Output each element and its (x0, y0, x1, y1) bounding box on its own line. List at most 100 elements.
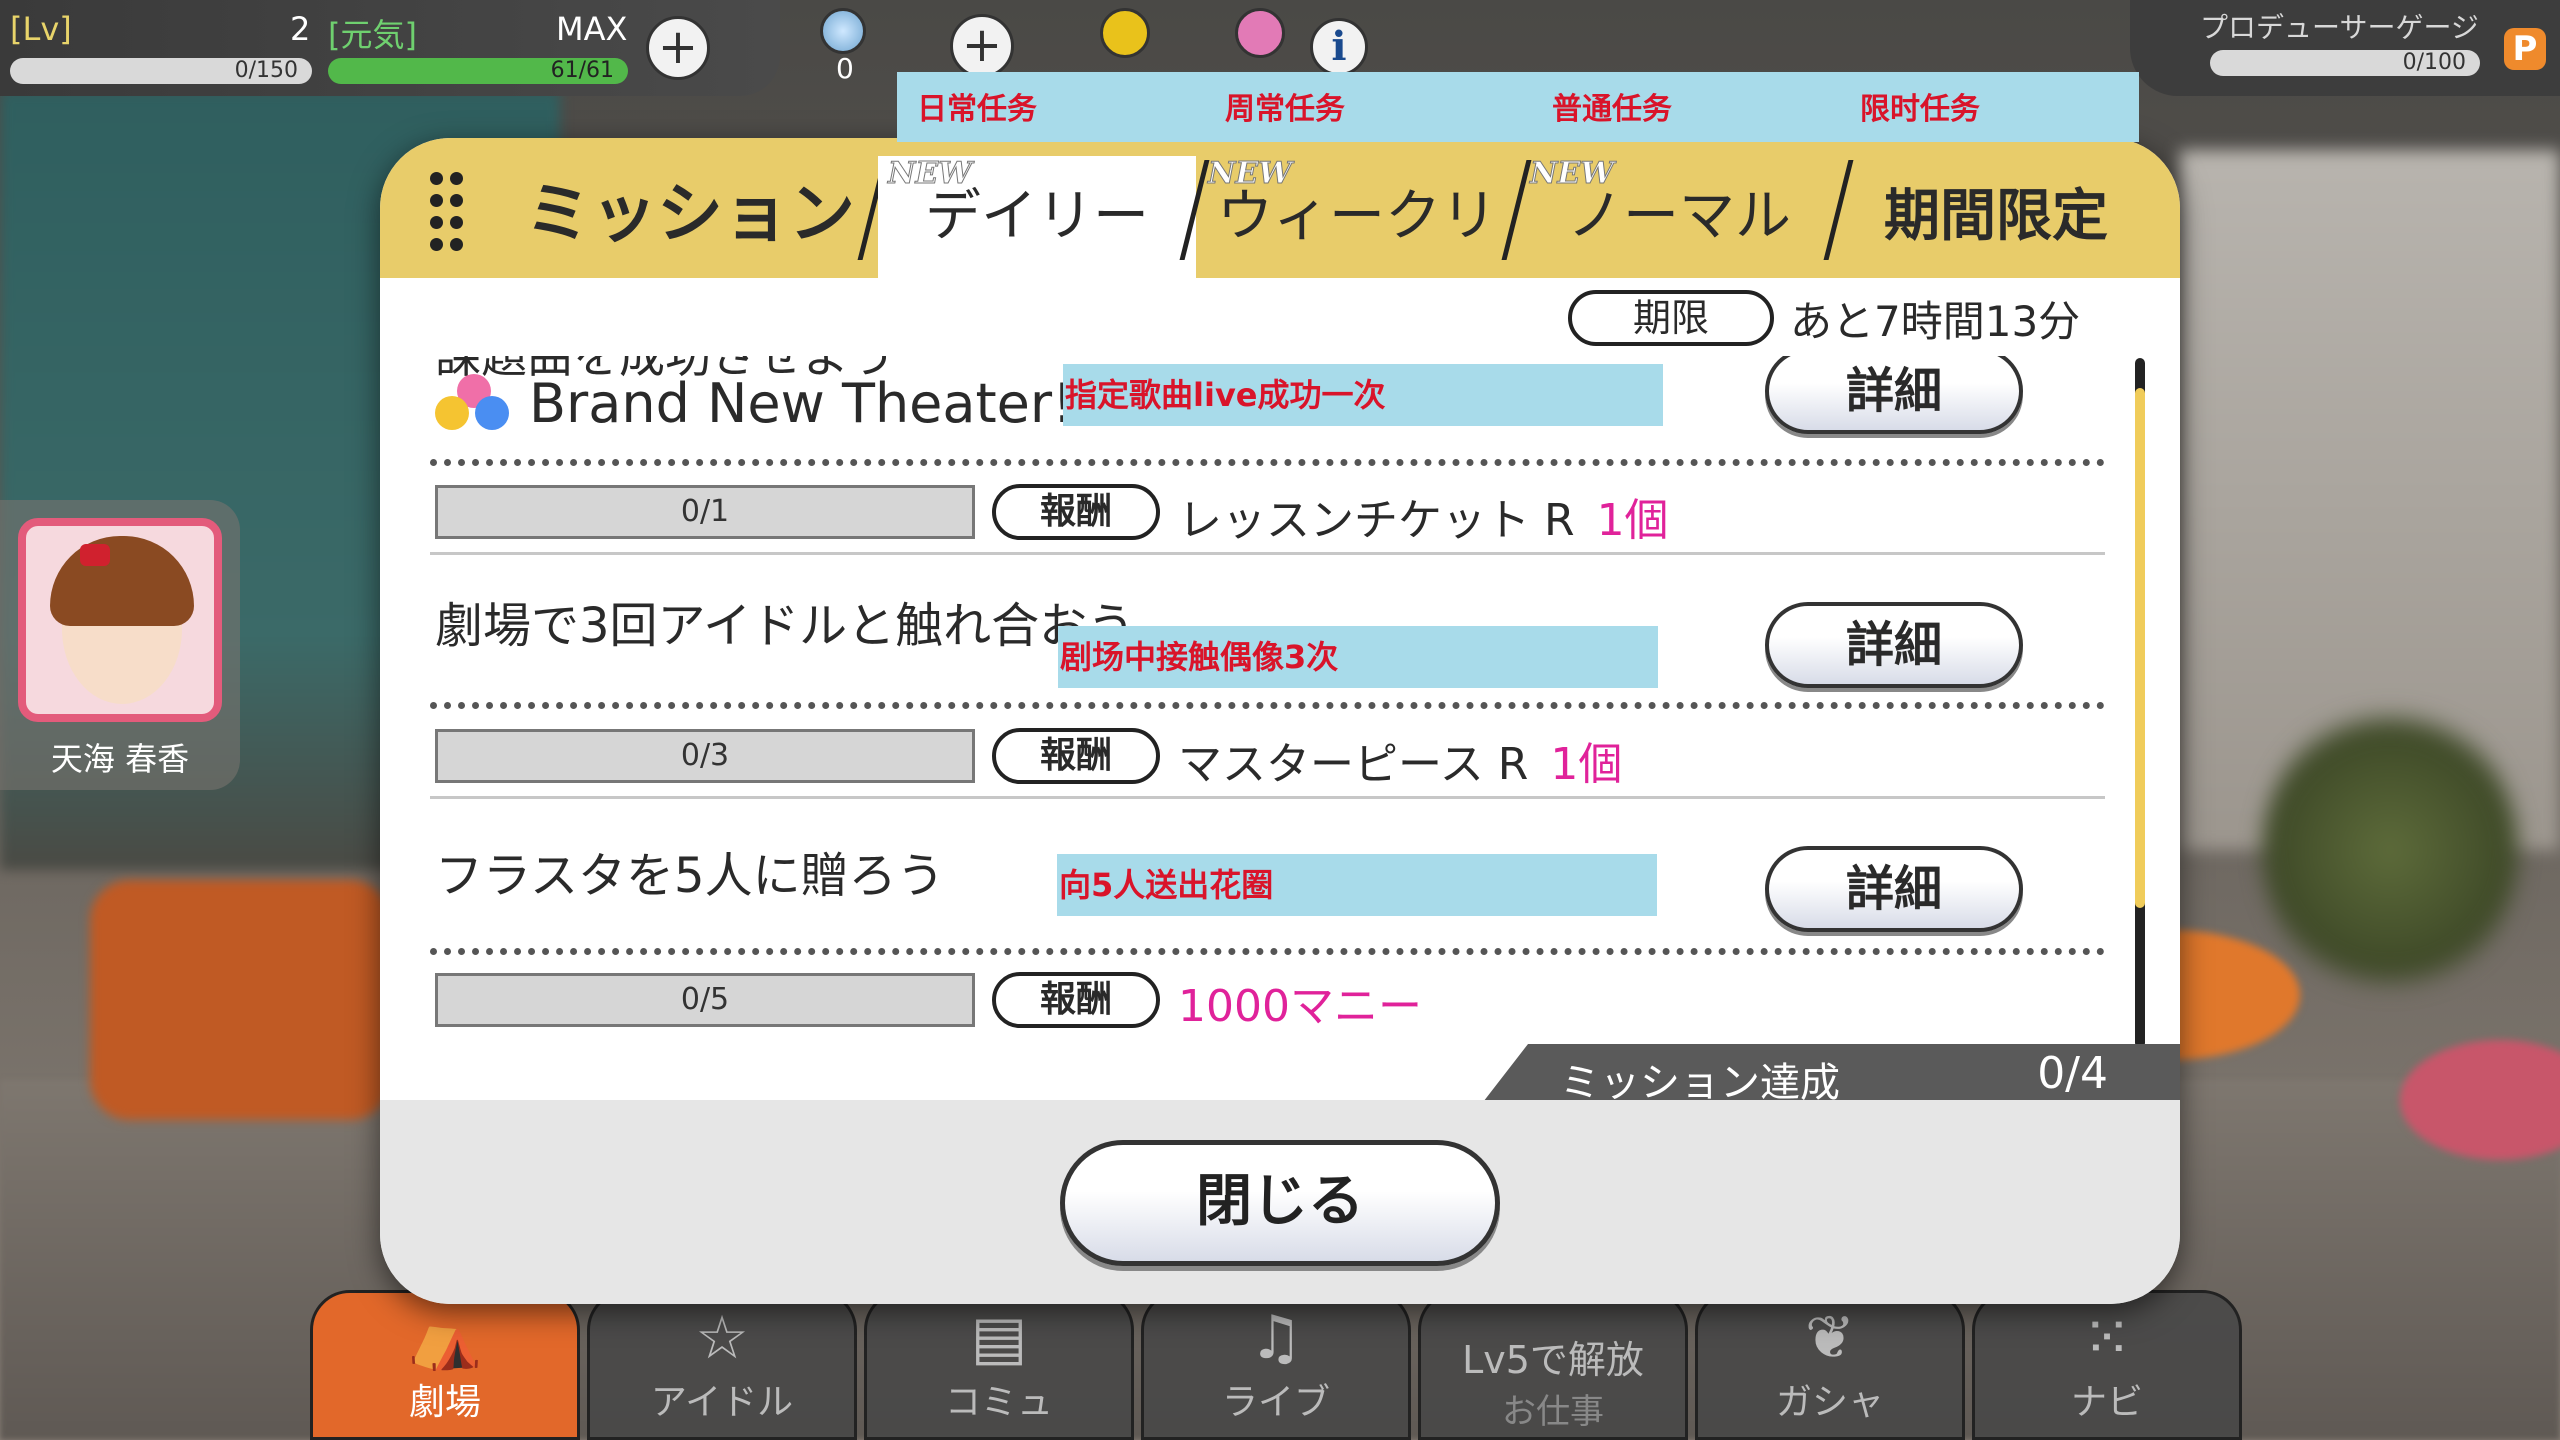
mission-progress: 0/5 (435, 973, 975, 1027)
dotted-divider (430, 702, 2105, 709)
deadline-remaining: あと7時間13分 (1790, 296, 2081, 346)
producer-p-icon: P (2504, 28, 2546, 70)
dialog-header: ミッション NEW デイリー NEW ウィークリー NEW ノーマル 期間限定 (380, 138, 2180, 372)
deadline: 期限 あと7時間13分 (1568, 290, 2080, 346)
genki-label: [元気] (328, 16, 417, 54)
scrollbar-thumb[interactable] (2135, 388, 2145, 908)
nav-work-locked[interactable]: Lv5で解放 お仕事 (1418, 1290, 1688, 1440)
idol-icon: ☆ (695, 1303, 749, 1373)
translation-note: 向5人送出花圈 (1057, 854, 1657, 916)
max-label: MAX (556, 10, 628, 48)
achievement-count: 0/4 (2037, 1048, 2108, 1099)
translation-note: 指定歌曲live成功一次 (1063, 364, 1663, 426)
idol-portrait (18, 518, 222, 722)
idol-hair (50, 536, 194, 626)
scrollbar[interactable] (2135, 358, 2145, 1048)
row-divider (430, 796, 2105, 799)
nav-label: ガシャ (1775, 1382, 1884, 1423)
dotted-divider (430, 459, 2105, 466)
reward-item: 1000マニー (1178, 981, 1422, 1032)
tab-weekly[interactable]: NEW ウィークリー (1202, 156, 1512, 372)
close-button[interactable]: 閉じる (1060, 1140, 1500, 1266)
level-label: [Lv] (10, 10, 72, 48)
detail-button[interactable]: 詳細 (1765, 846, 2023, 932)
new-badge: NEW (1530, 156, 1615, 192)
reward-item: マスターピース R (1178, 739, 1529, 790)
producer-gauge-bar: 0/100 (2210, 50, 2480, 76)
dialog-body: 期限 あと7時間13分 課題曲を成功させよう Brand New Theater… (380, 278, 2180, 1100)
dialog-title: ミッション (525, 175, 855, 252)
reward-pill: 報酬 (992, 484, 1160, 540)
row-divider (430, 552, 2105, 555)
info-icon[interactable]: i (1310, 18, 1368, 76)
nav-lock-label: Lv5で解放 (1462, 1338, 1644, 1382)
tab-label: 期間限定 (1884, 184, 2108, 249)
mission-title: 劇場で3回アイドルと触れ合おう (435, 598, 1136, 654)
resource-bar: 0 + i (800, 0, 1420, 85)
mission-title: フラスタを5人に贈ろう (435, 848, 945, 904)
live-icon: ♫ (1249, 1303, 1303, 1373)
reward-pill: 報酬 (992, 972, 1160, 1028)
achievement-banner: ミッション達成 0/4 (1480, 1044, 2180, 1106)
exp-bar: 0/150 (10, 58, 312, 84)
mission-progress: 0/3 (435, 729, 975, 783)
producer-gauge-label: プロデューサーゲージ (2200, 11, 2479, 44)
bottom-nav: ⛺ 劇場 ☆ アイドル ▤ コミュ ♫ ライブ Lv5で解放 お仕事 ❦ ガシャ… (310, 1290, 2250, 1440)
translation-tab-weekly: 周常任务 (1225, 92, 1345, 127)
reward-text: マスターピース R 1個 (1178, 728, 1622, 792)
gem-plus-icon[interactable]: + (950, 14, 1014, 78)
gem-count: 0 (836, 52, 854, 85)
bg-plant (2260, 700, 2520, 1000)
navi-icon: ⁙ (2081, 1303, 2133, 1373)
idol-ribbon-icon (80, 544, 110, 566)
mission-item: 劇場で3回アイドルと触れ合おう 剧场中接触偶像3次 詳細 0/3 報酬 マスター… (380, 592, 2180, 836)
commu-icon: ▤ (970, 1303, 1028, 1373)
reward-text: 1000マニー (1178, 970, 1444, 1034)
nav-navi[interactable]: ⁙ ナビ (1972, 1290, 2242, 1440)
dotted-divider (430, 948, 2105, 955)
gacha-icon: ❦ (1804, 1303, 1856, 1373)
level-value: 2 (290, 10, 311, 48)
genki-plus-icon[interactable]: + (646, 16, 710, 80)
nav-label: ナビ (2070, 1382, 2143, 1423)
translation-tab-limited: 限时任务 (1860, 92, 1980, 127)
mission-list[interactable]: 課題曲を成功させよう Brand New Theater! 指定歌曲live成功… (380, 356, 2180, 1062)
detail-button[interactable]: 詳細 (1765, 602, 2023, 688)
deadline-pill: 期限 (1568, 290, 1774, 346)
tab-normal[interactable]: NEW ノーマル (1524, 156, 1834, 278)
nav-idol[interactable]: ☆ アイドル (587, 1290, 857, 1440)
nav-theater[interactable]: ⛺ 劇場 (310, 1290, 580, 1440)
tab-daily[interactable]: NEW デイリー (878, 156, 1196, 278)
genki-text: 61/61 (550, 58, 614, 83)
mission-item: フラスタを5人に贈ろう 向5人送出花圈 詳細 0/5 報酬 1000マニー (380, 836, 2180, 1062)
mission-song: Brand New Theater! (435, 372, 1074, 435)
nav-gacha[interactable]: ❦ ガシャ (1695, 1290, 1965, 1440)
translation-tab-bar: 日常任务 周常任务 普通任务 限时任务 (897, 72, 2139, 142)
genki-bar: 61/61 (328, 58, 628, 84)
mission-dialog: ミッション NEW デイリー NEW ウィークリー NEW ノーマル 期間限定 … (380, 138, 2180, 1304)
nav-label: 劇場 (408, 1382, 481, 1423)
nav-label: ライブ (1221, 1382, 1330, 1423)
song-clover-icon (435, 373, 511, 434)
money-icon (1100, 8, 1150, 58)
tab-limited[interactable]: 期間限定 (1846, 156, 2146, 278)
new-badge: NEW (1208, 156, 1293, 192)
idol-card[interactable]: 天海 春香 (0, 500, 240, 790)
detail-button[interactable]: 詳細 (1765, 356, 2023, 434)
producer-gauge-value: 0/100 (2402, 50, 2466, 75)
reward-count: 1個 (1596, 495, 1669, 546)
dialog-footer: 閉じる (380, 1100, 2180, 1304)
nav-label: コミュ (944, 1382, 1053, 1423)
translation-note: 剧场中接触偶像3次 (1058, 626, 1658, 688)
producer-gauge: プロデューサーゲージ 0/100 P (2130, 0, 2560, 96)
nav-live[interactable]: ♫ ライブ (1141, 1290, 1411, 1440)
menu-grip-icon (430, 172, 470, 252)
exp-text: 0/150 (234, 58, 298, 83)
idol-name: 天海 春香 (50, 740, 190, 778)
reward-item: レッスンチケット R (1178, 495, 1575, 546)
candy-icon (1235, 8, 1285, 58)
nav-commu[interactable]: ▤ コミュ (864, 1290, 1134, 1440)
mission-progress: 0/1 (435, 485, 975, 539)
mission-item: 課題曲を成功させよう Brand New Theater! 指定歌曲live成功… (380, 356, 2180, 592)
reward-pill: 報酬 (992, 728, 1160, 784)
